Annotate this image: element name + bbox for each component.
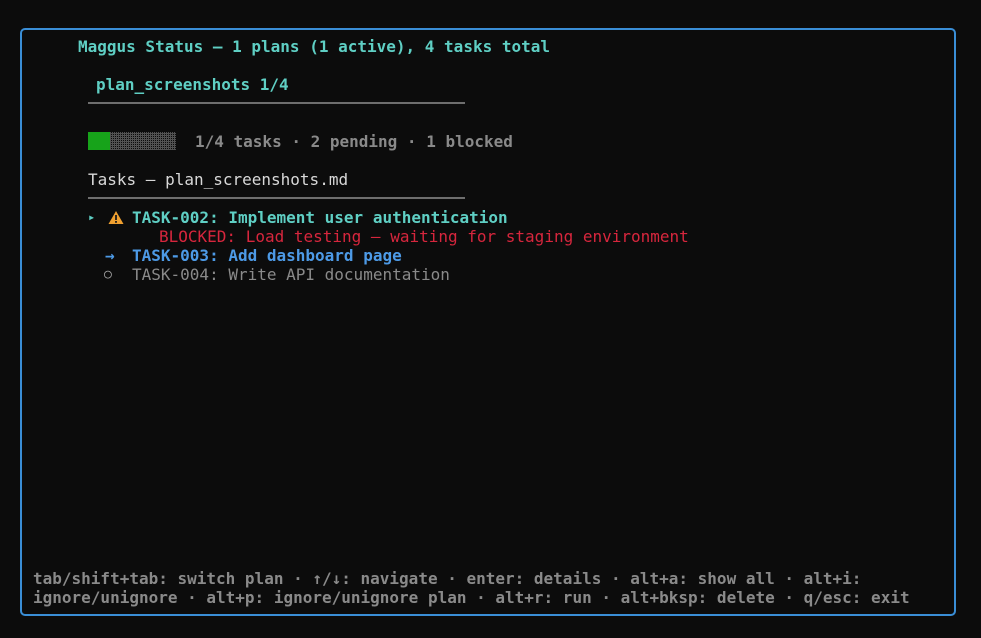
progress-fill [88, 132, 110, 150]
progress-summary: 1/4 tasks · 2 pending · 1 blocked [195, 132, 513, 151]
help-text-line-1: tab/shift+tab: switch plan · ↑/↓: naviga… [33, 569, 862, 588]
warning-icon [108, 208, 124, 227]
tab-plan-screenshots[interactable]: plan_screenshots 1/4 [96, 75, 289, 94]
progress-remaining [110, 132, 176, 150]
pending-circle-icon: ○ [104, 267, 112, 282]
task-item-task-004[interactable]: TASK-004: Write API documentation [132, 265, 450, 284]
task-item-task-002[interactable]: TASK-002: Implement user authentication [132, 208, 508, 227]
selection-cursor-icon: ▸ [88, 210, 96, 224]
page-title: Maggus Status — 1 plans (1 active), 4 ta… [78, 37, 551, 56]
progress-bar [88, 132, 176, 150]
blocked-note: BLOCKED: Load testing — waiting for stag… [159, 227, 689, 246]
plan-tab-underline [88, 102, 465, 104]
tasks-heading-underline [88, 197, 465, 199]
help-text-line-2: ignore/unignore · alt+p: ignore/unignore… [33, 588, 910, 607]
status-window [20, 28, 956, 616]
tasks-heading: Tasks — plan_screenshots.md [88, 170, 349, 189]
in-progress-arrow-icon: → [105, 246, 115, 265]
task-item-task-003[interactable]: TASK-003: Add dashboard page [132, 246, 402, 265]
